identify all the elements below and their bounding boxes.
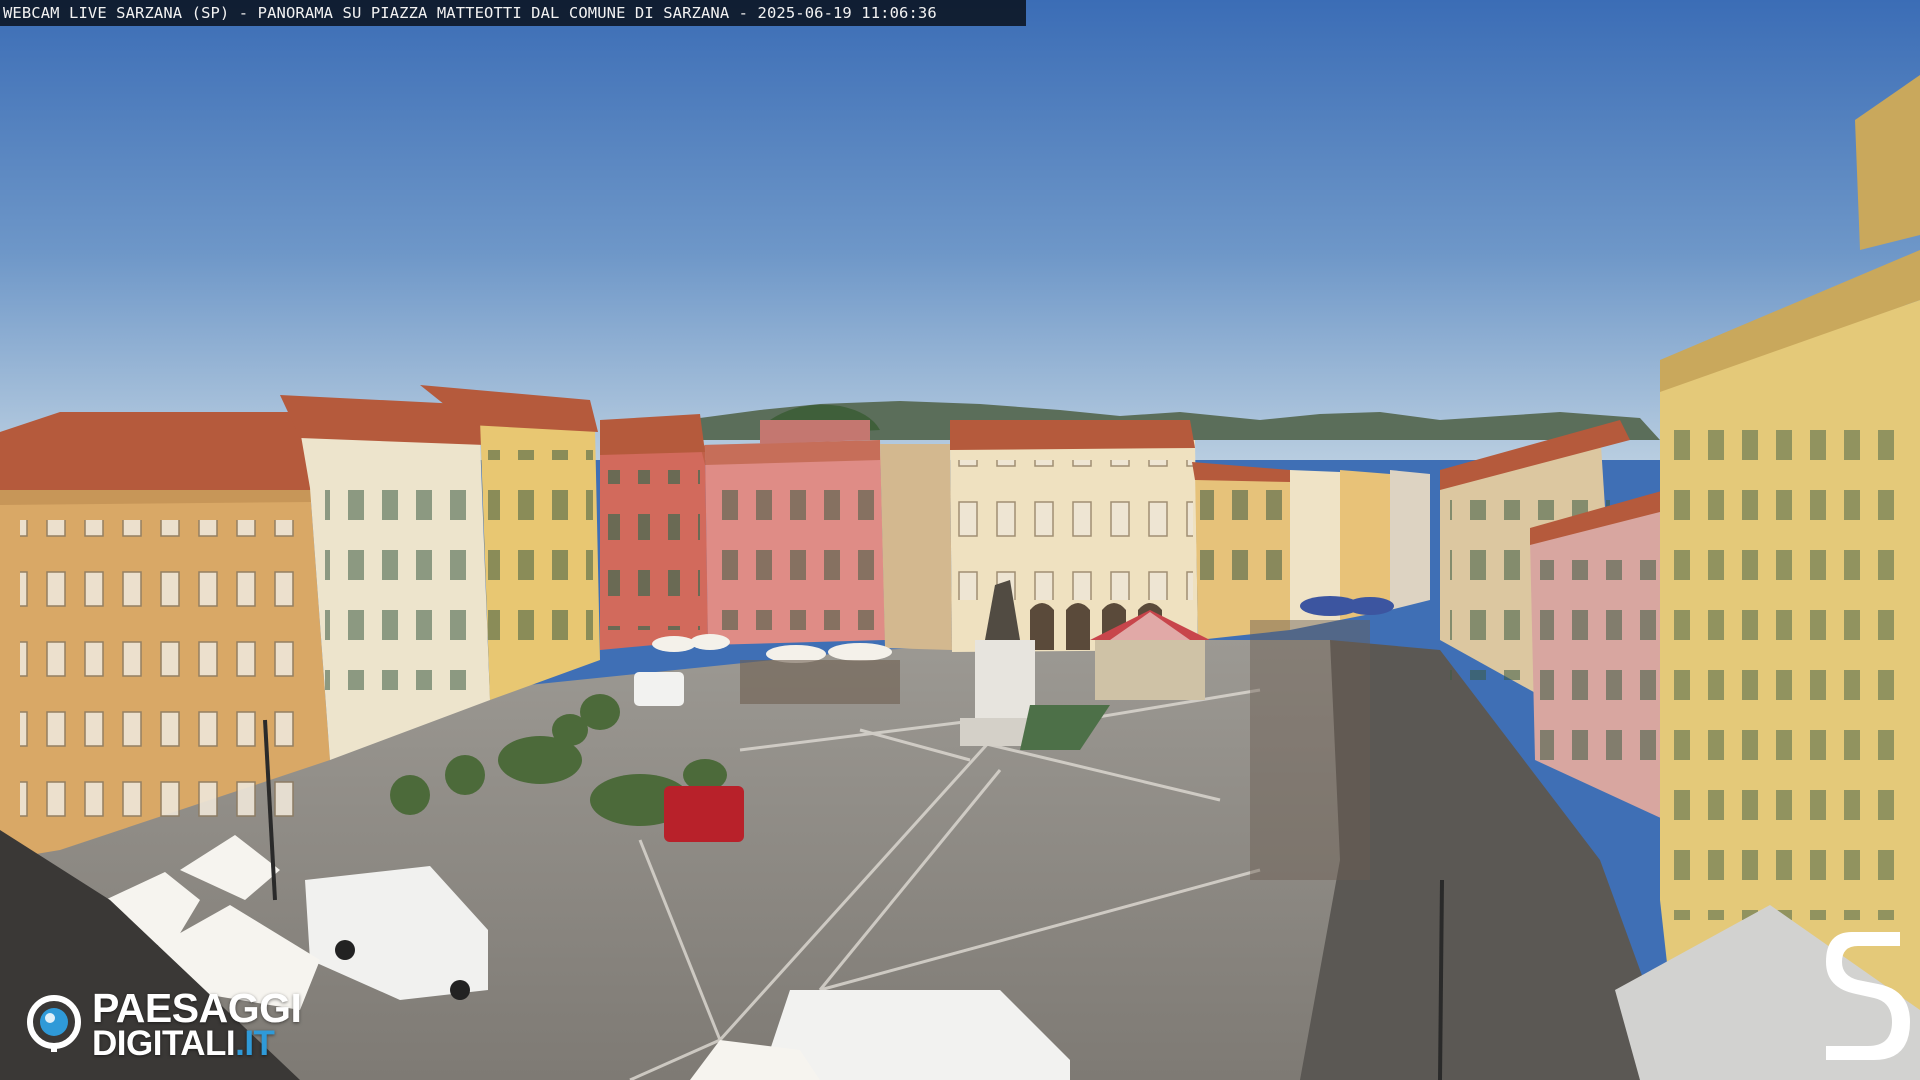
brand-line-2-main: DIGITALI — [92, 1024, 236, 1063]
brand-line-1: PAESAGGI — [92, 985, 302, 1031]
brand-line-2-accent: .IT — [235, 1024, 275, 1063]
s-logo-icon — [1826, 932, 1910, 1060]
sky — [0, 0, 1920, 460]
webcam-caption: WEBCAM LIVE SARZANA (SP) - PANORAMA SU P… — [0, 0, 1026, 26]
brand-line-2: DIGITALI.IT — [92, 1024, 301, 1063]
lens-icon — [27, 995, 81, 1052]
paesaggi-digitali-logo: PAESAGGI DIGITALI.IT — [26, 985, 346, 1064]
webcam-panorama — [0, 0, 1920, 1080]
